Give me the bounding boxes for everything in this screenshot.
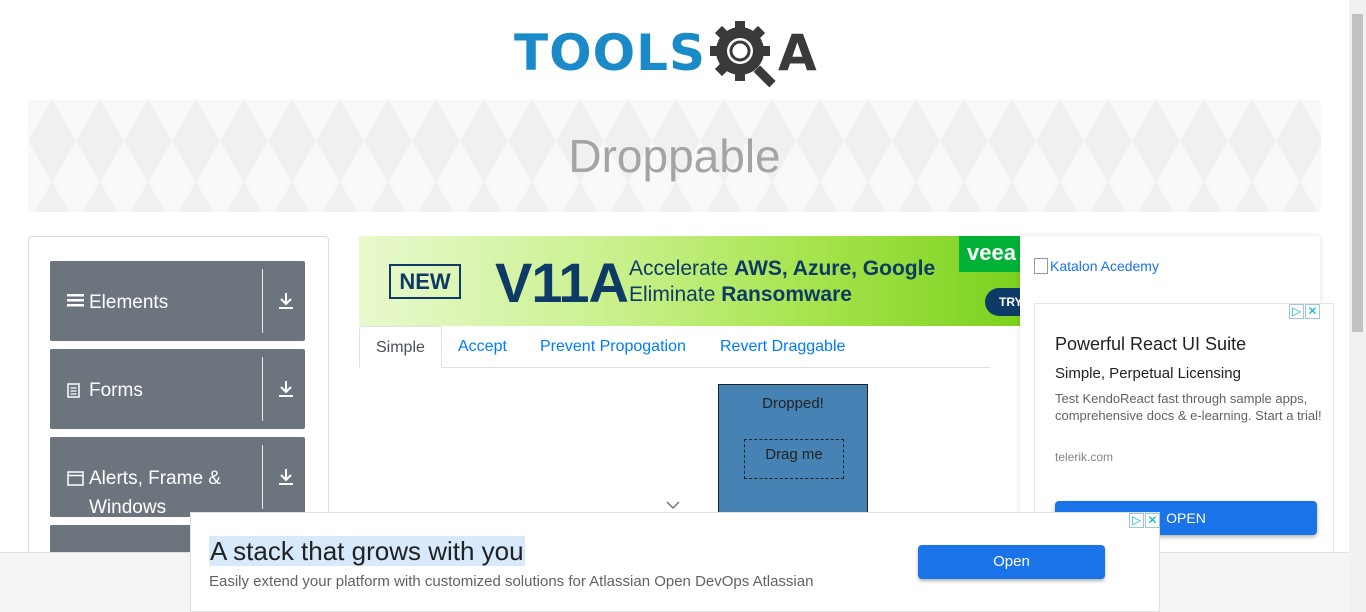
kendo-ad-body: Test KendoReact fast through sample apps… xyxy=(1055,391,1322,423)
kendo-ad-headline: Powerful React UI Suite xyxy=(1055,334,1247,354)
page-banner: Droppable xyxy=(28,100,1321,212)
ad-line-2-prefix: Eliminate xyxy=(629,283,722,306)
tab-accept[interactable]: Accept xyxy=(442,326,523,368)
divider xyxy=(262,357,263,421)
adchoices-icon[interactable]: ▷ xyxy=(1289,304,1304,319)
ad-try-button[interactable]: TRY xyxy=(985,288,1021,316)
download-icon[interactable] xyxy=(276,467,296,487)
ad-banner-top[interactable]: NEW V11A Accelerate AWS, Azure, Google E… xyxy=(359,236,1021,326)
page-title: Droppable xyxy=(568,130,781,182)
download-icon[interactable] xyxy=(276,379,296,399)
divider xyxy=(262,445,263,509)
window-icon xyxy=(67,464,85,522)
logo-tools-text: TOOLS xyxy=(514,24,706,82)
drag-box[interactable]: Drag me xyxy=(744,439,844,479)
tab-revert-draggable[interactable]: Revert Draggable xyxy=(704,326,861,368)
ad-brand-logo: veea xyxy=(959,236,1021,272)
logo-qa-text: A xyxy=(778,24,817,82)
bottom-ad-desc: Easily extend your platform with customi… xyxy=(209,573,814,590)
vertical-scrollbar[interactable] xyxy=(1349,0,1366,612)
ad-line-1-bold: AWS, Azure, Google xyxy=(734,257,936,280)
bottom-ad-open-button[interactable]: Open xyxy=(918,545,1105,579)
kendo-ad-domain: telerik.com xyxy=(1055,450,1114,464)
close-icon[interactable]: ✕ xyxy=(1305,304,1320,319)
katalon-ad-alt-text: Katalon Acedemy xyxy=(1050,258,1159,274)
tab-simple[interactable]: Simple xyxy=(359,326,442,368)
tab-prevent-propogation[interactable]: Prevent Propogation xyxy=(524,326,702,368)
divider xyxy=(262,269,263,333)
sidebar-group-label: Forms xyxy=(89,380,143,401)
bottom-ad-title: A stack that grows with you xyxy=(209,536,525,566)
ad-line-1-prefix: Accelerate xyxy=(629,257,735,280)
document-icon xyxy=(67,376,85,408)
scrollbar-thumb[interactable] xyxy=(1352,14,1363,332)
bottom-ad[interactable]: ▷ ✕ A stack that grows with you Easily e… xyxy=(190,512,1160,612)
kendo-ad-subhead: Simple, Perpetual Licensing xyxy=(1055,365,1241,382)
hamburger-icon xyxy=(67,288,85,317)
sidebar-group-label: Elements xyxy=(89,292,169,313)
droppable-tabs: Simple Accept Prevent Propogation Revert… xyxy=(359,326,990,368)
katalon-ad-image[interactable]: Katalon Acedemy xyxy=(1034,258,1159,274)
ad-line-1: Accelerate AWS, Azure, Google xyxy=(629,257,935,281)
drop-target-text: Dropped! xyxy=(762,395,824,412)
ad-line-2-bold: Ransomware xyxy=(721,283,852,306)
sidebar-group-alerts[interactable]: Alerts, Frame & Windows xyxy=(50,437,305,518)
download-icon[interactable] xyxy=(276,291,296,311)
ad-headline: V11A xyxy=(495,251,629,314)
adchoices-icon[interactable]: ▷ xyxy=(1129,513,1144,528)
close-icon[interactable]: ✕ xyxy=(1145,513,1160,528)
broken-image-icon xyxy=(1034,258,1048,274)
toolsqa-logo[interactable]: TOOLS A xyxy=(514,16,838,90)
page: TOOLS A Droppable Elements Forms Alerts,… xyxy=(0,0,1366,612)
chevron-down-icon[interactable] xyxy=(666,498,680,512)
ad-new-badge: NEW xyxy=(389,264,461,299)
ad-line-2: Eliminate Ransomware xyxy=(629,283,852,307)
sidebar-group-elements[interactable]: Elements xyxy=(50,261,305,341)
sidebar-group-forms[interactable]: Forms xyxy=(50,349,305,429)
gear-magnifier-icon xyxy=(710,21,776,88)
